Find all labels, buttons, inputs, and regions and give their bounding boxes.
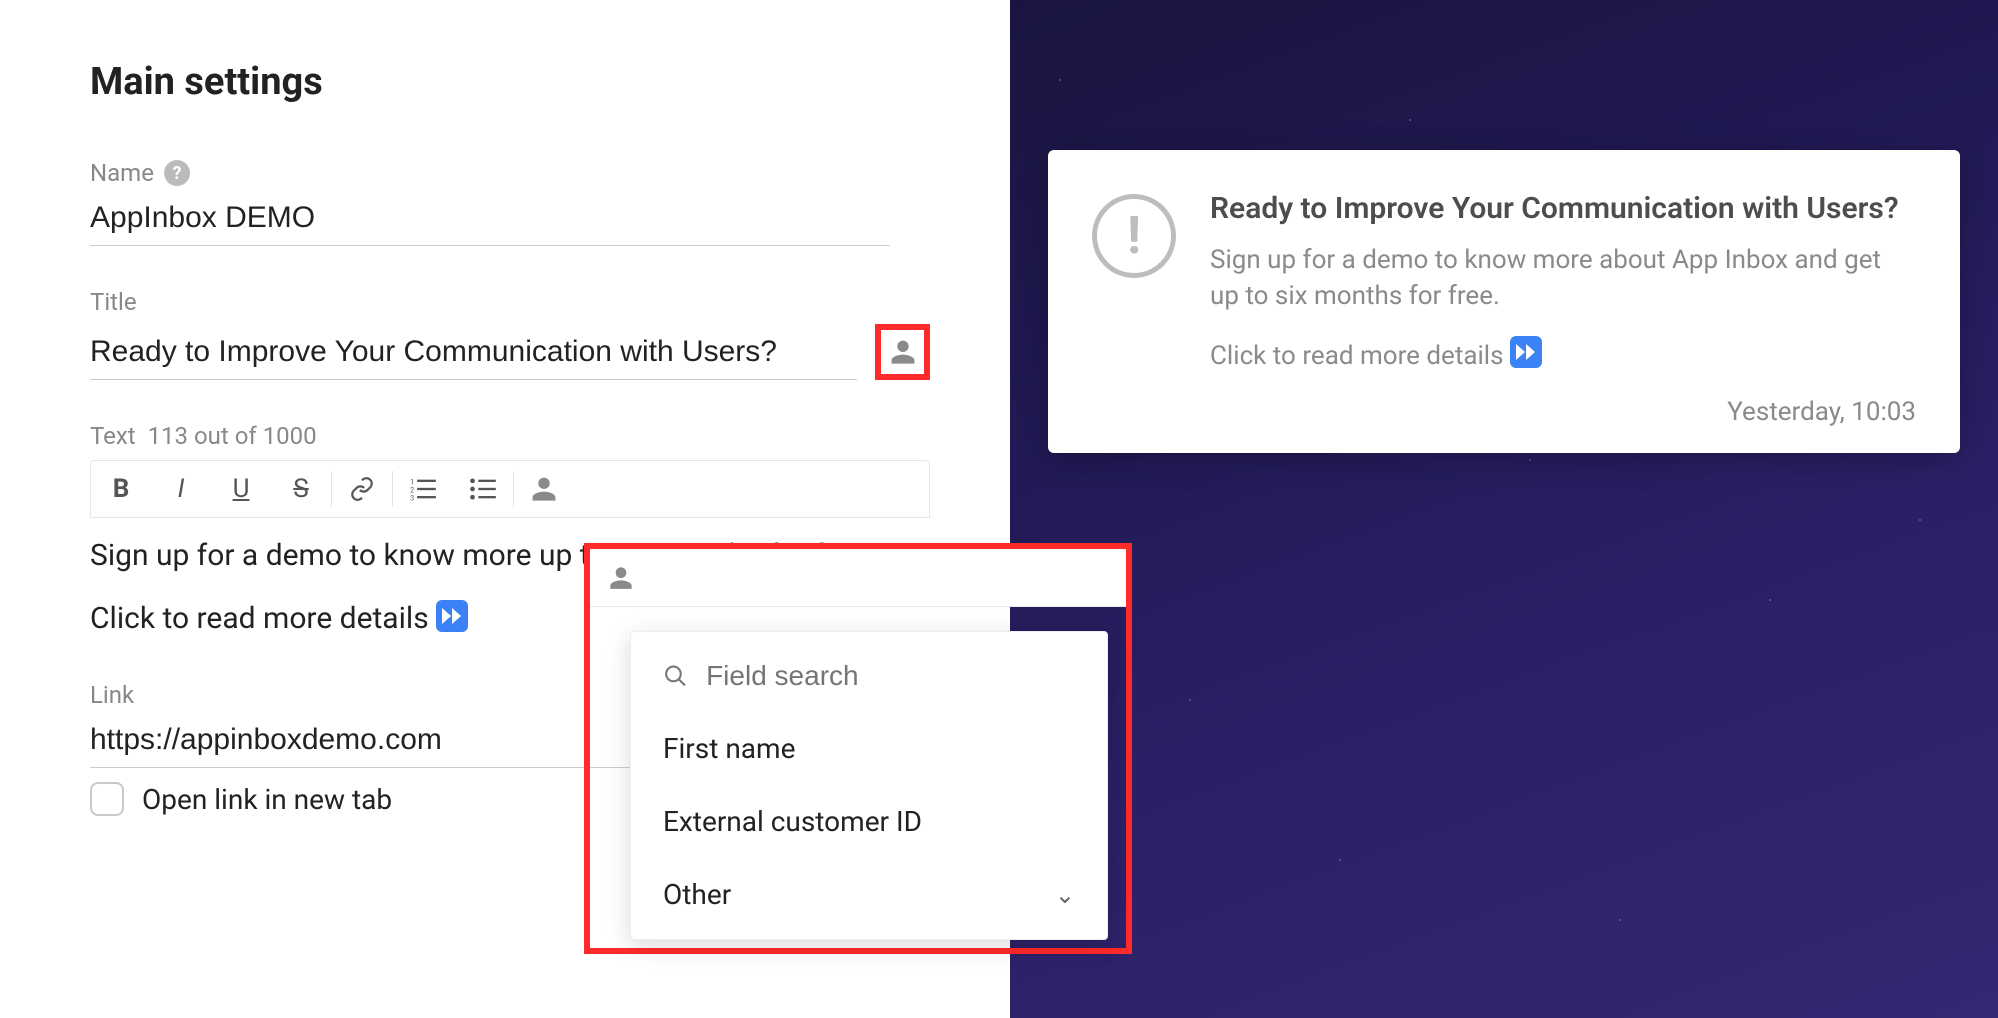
title-label: Title (90, 288, 137, 316)
personalization-dropdown: First name External customer ID Other ⌄ (584, 543, 1132, 954)
help-icon[interactable]: ? (164, 160, 190, 186)
open-new-tab-label: Open link in new tab (142, 783, 392, 816)
preview-panel: ! Ready to Improve Your Communication wi… (1010, 0, 1998, 1018)
dropdown-search-input[interactable] (706, 660, 1075, 692)
ordered-list-button[interactable]: 123 (393, 461, 453, 517)
text-line-2: Click to read more details (90, 601, 429, 636)
preview-title: Ready to Improve Your Communication with… (1210, 190, 1916, 228)
personalize-text-button[interactable] (514, 461, 574, 517)
svg-text:1: 1 (410, 478, 414, 486)
title-input[interactable] (90, 329, 857, 380)
name-label: Name (90, 159, 154, 187)
title-field-group: Title (90, 288, 930, 380)
personalize-title-button[interactable] (875, 324, 930, 380)
text-label: Text (90, 422, 136, 450)
link-icon (349, 476, 375, 502)
fast-forward-icon (1510, 336, 1542, 368)
svg-text:2: 2 (410, 487, 414, 495)
dropdown-body: First name External customer ID Other ⌄ (630, 631, 1108, 940)
preview-card: ! Ready to Improve Your Communication wi… (1048, 150, 1960, 453)
preview-timestamp: Yesterday, 10:03 (1727, 397, 1916, 427)
person-icon (608, 565, 634, 591)
text-counter: 113 out of 1000 (148, 422, 317, 450)
dropdown-item-other[interactable]: Other ⌄ (631, 858, 1107, 931)
name-field-group: Name ? (90, 159, 930, 246)
section-title: Main settings (90, 60, 930, 104)
svg-text:3: 3 (410, 495, 414, 503)
text-toolbar: B I U S 123 (90, 460, 930, 518)
search-icon (663, 662, 688, 690)
link-label: Link (90, 681, 134, 709)
fast-forward-icon (436, 600, 468, 632)
dropdown-header (590, 549, 1126, 607)
unordered-list-button[interactable] (453, 461, 513, 517)
dropdown-item-first-name[interactable]: First name (631, 712, 1107, 785)
alert-icon: ! (1092, 194, 1176, 278)
name-input[interactable] (90, 195, 890, 246)
italic-button[interactable]: I (151, 461, 211, 517)
preview-cta: Click to read more details (1210, 341, 1504, 371)
strike-button[interactable]: S (271, 461, 331, 517)
open-new-tab-checkbox[interactable] (90, 782, 124, 816)
dropdown-item-external-id[interactable]: External customer ID (631, 785, 1107, 858)
chevron-down-icon: ⌄ (1055, 881, 1075, 909)
person-icon (530, 475, 558, 503)
unordered-list-icon (469, 475, 497, 503)
bold-button[interactable]: B (91, 461, 151, 517)
dropdown-search-row (631, 660, 1107, 712)
preview-body: Sign up for a demo to know more about Ap… (1210, 242, 1916, 315)
underline-button[interactable]: U (211, 461, 271, 517)
ordered-list-icon: 123 (409, 475, 437, 503)
person-icon (889, 338, 917, 366)
link-button[interactable] (332, 461, 392, 517)
